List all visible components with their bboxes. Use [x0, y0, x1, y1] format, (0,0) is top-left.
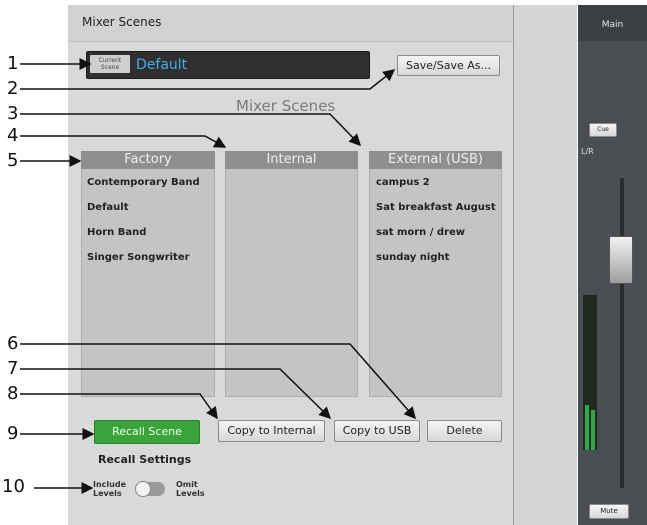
- callout-lines: [20, 58, 416, 494]
